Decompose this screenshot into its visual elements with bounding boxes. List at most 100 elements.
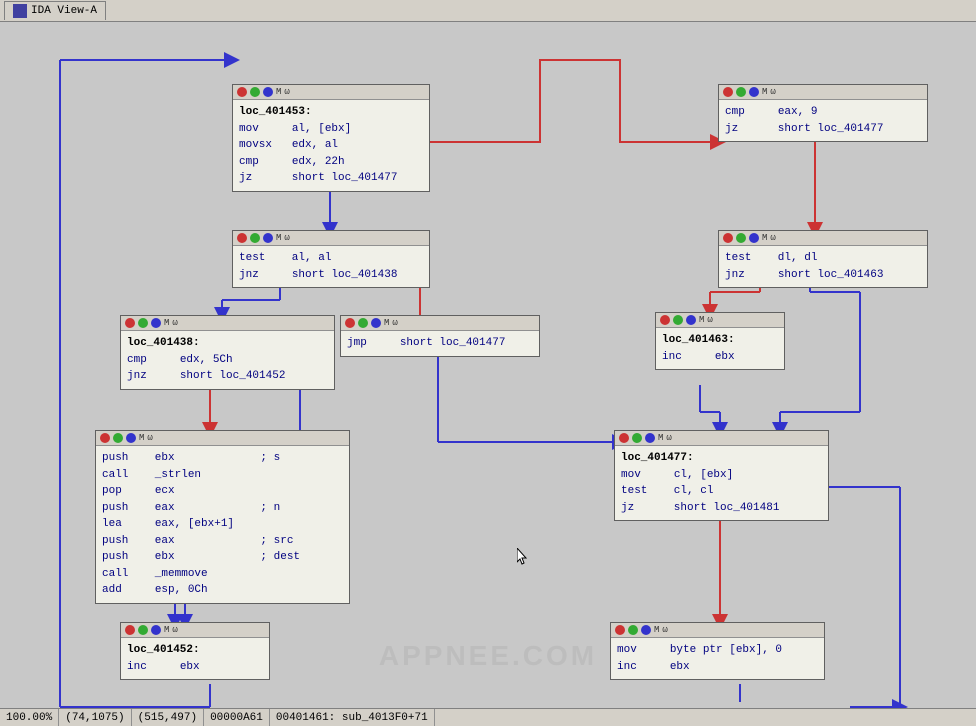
dot-green — [632, 433, 642, 443]
dot-green — [673, 315, 683, 325]
dot-green — [250, 233, 260, 243]
node-min-icon[interactable]: ω — [147, 433, 152, 443]
dot-green — [138, 625, 148, 635]
node-header: M ω — [121, 316, 334, 331]
node-header: M ω — [656, 313, 784, 328]
node-min-icon[interactable]: ω — [284, 233, 289, 243]
node-header: M ω — [341, 316, 539, 331]
node-menu-icon[interactable]: M — [139, 433, 144, 443]
node-menu-icon[interactable]: M — [384, 318, 389, 328]
dot-green — [736, 87, 746, 97]
dot-red — [660, 315, 670, 325]
node-min-icon[interactable]: ω — [662, 625, 667, 635]
node-menu-icon[interactable]: M — [654, 625, 659, 635]
dot-blue — [151, 625, 161, 635]
dot-blue — [645, 433, 655, 443]
node-body-jmp401477: jmp short loc_401477 — [341, 331, 539, 356]
dot-red — [237, 87, 247, 97]
dot-blue — [371, 318, 381, 328]
node-header: M ω — [96, 431, 349, 446]
node-min-icon[interactable]: ω — [284, 87, 289, 97]
dot-blue — [749, 233, 759, 243]
tab-label: IDA View-A — [31, 5, 97, 17]
ida-tab-icon — [13, 4, 27, 18]
status-address: 00000A61 — [204, 709, 270, 726]
node-mov-byte[interactable]: M ω mov byte ptr [ebx], 0 inc ebx — [610, 622, 825, 680]
dot-green — [736, 233, 746, 243]
status-function: 00401461: sub_4013F0+71 — [270, 709, 435, 726]
node-header: M ω — [615, 431, 828, 446]
ida-view-tab[interactable]: IDA View-A — [4, 1, 106, 20]
dot-blue — [263, 87, 273, 97]
node-jmp401477[interactable]: M ω jmp short loc_401477 — [340, 315, 540, 357]
node-loc401453[interactable]: M ω loc_401453: mov al, [ebx] movsx edx,… — [232, 84, 430, 192]
node-min-icon[interactable]: ω — [770, 87, 775, 97]
dot-blue — [641, 625, 651, 635]
dot-red — [619, 433, 629, 443]
dot-red — [723, 87, 733, 97]
dot-red — [345, 318, 355, 328]
node-body-test-dl: test dl, dl jnz short loc_401463 — [719, 246, 927, 287]
node-min-icon[interactable]: ω — [707, 315, 712, 325]
dot-green — [138, 318, 148, 328]
node-min-icon[interactable]: ω — [172, 318, 177, 328]
watermark: APPNEE.COM — [379, 640, 597, 672]
node-menu-icon[interactable]: M — [276, 233, 281, 243]
node-min-icon[interactable]: ω — [666, 433, 671, 443]
node-loc401452[interactable]: M ω loc_401452: inc ebx — [120, 622, 270, 680]
node-test-al[interactable]: M ω test al, al jnz short loc_401438 — [232, 230, 430, 288]
node-loc401438[interactable]: M ω loc_401438: cmp edx, 5Ch jnz short l… — [120, 315, 335, 390]
node-min-icon[interactable]: ω — [770, 233, 775, 243]
dot-blue — [263, 233, 273, 243]
node-menu-icon[interactable]: M — [276, 87, 281, 97]
dot-red — [723, 233, 733, 243]
node-test-dl[interactable]: M ω test dl, dl jnz short loc_401463 — [718, 230, 928, 288]
dot-green — [113, 433, 123, 443]
dot-blue — [151, 318, 161, 328]
node-push-ebx[interactable]: M ω push ebx ; s call _strlen pop ecx pu… — [95, 430, 350, 604]
node-header: M ω — [233, 231, 429, 246]
dot-red — [125, 625, 135, 635]
node-header: M ω — [233, 85, 429, 100]
node-header: M ω — [719, 85, 927, 100]
mouse-cursor — [517, 548, 529, 566]
node-menu-icon[interactable]: M — [164, 318, 169, 328]
status-coords2: (515,497) — [132, 709, 204, 726]
node-body-push-ebx: push ebx ; s call _strlen pop ecx push e… — [96, 446, 349, 603]
dot-green — [628, 625, 638, 635]
title-bar: IDA View-A — [0, 0, 976, 22]
status-bar: 100.00% (74,1075) (515,497) 00000A61 004… — [0, 708, 976, 726]
node-menu-icon[interactable]: M — [762, 233, 767, 243]
dot-red — [615, 625, 625, 635]
dot-blue — [686, 315, 696, 325]
dot-green — [250, 87, 260, 97]
node-menu-icon[interactable]: M — [164, 625, 169, 635]
dot-red — [237, 233, 247, 243]
node-header: M ω — [719, 231, 927, 246]
node-body-loc401463: loc_401463: inc ebx — [656, 328, 784, 369]
node-min-icon[interactable]: ω — [172, 625, 177, 635]
dot-green — [358, 318, 368, 328]
node-header: M ω — [121, 623, 269, 638]
status-zoom: 100.00% — [0, 709, 59, 726]
node-min-icon[interactable]: ω — [392, 318, 397, 328]
dot-red — [100, 433, 110, 443]
node-body-loc401452: loc_401452: inc ebx — [121, 638, 269, 679]
node-body-test-al: test al, al jnz short loc_401438 — [233, 246, 429, 287]
graph-canvas[interactable]: M ω loc_401453: mov al, [ebx] movsx edx,… — [0, 22, 976, 712]
node-menu-icon[interactable]: M — [658, 433, 663, 443]
node-body-mov-byte: mov byte ptr [ebx], 0 inc ebx — [611, 638, 824, 679]
dot-blue — [749, 87, 759, 97]
node-loc401463[interactable]: M ω loc_401463: inc ebx — [655, 312, 785, 370]
dot-blue — [126, 433, 136, 443]
node-menu-icon[interactable]: M — [762, 87, 767, 97]
node-menu-icon[interactable]: M — [699, 315, 704, 325]
node-cmp-eax9[interactable]: M ω cmp eax, 9 jz short loc_401477 — [718, 84, 928, 142]
node-loc401477[interactable]: M ω loc_401477: mov cl, [ebx] test cl, c… — [614, 430, 829, 521]
node-header: M ω — [611, 623, 824, 638]
node-body-loc401453: loc_401453: mov al, [ebx] movsx edx, al … — [233, 100, 429, 191]
dot-red — [125, 318, 135, 328]
status-coords1: (74,1075) — [59, 709, 131, 726]
node-body-loc401438: loc_401438: cmp edx, 5Ch jnz short loc_4… — [121, 331, 334, 389]
node-body-loc401477: loc_401477: mov cl, [ebx] test cl, cl jz… — [615, 446, 828, 520]
